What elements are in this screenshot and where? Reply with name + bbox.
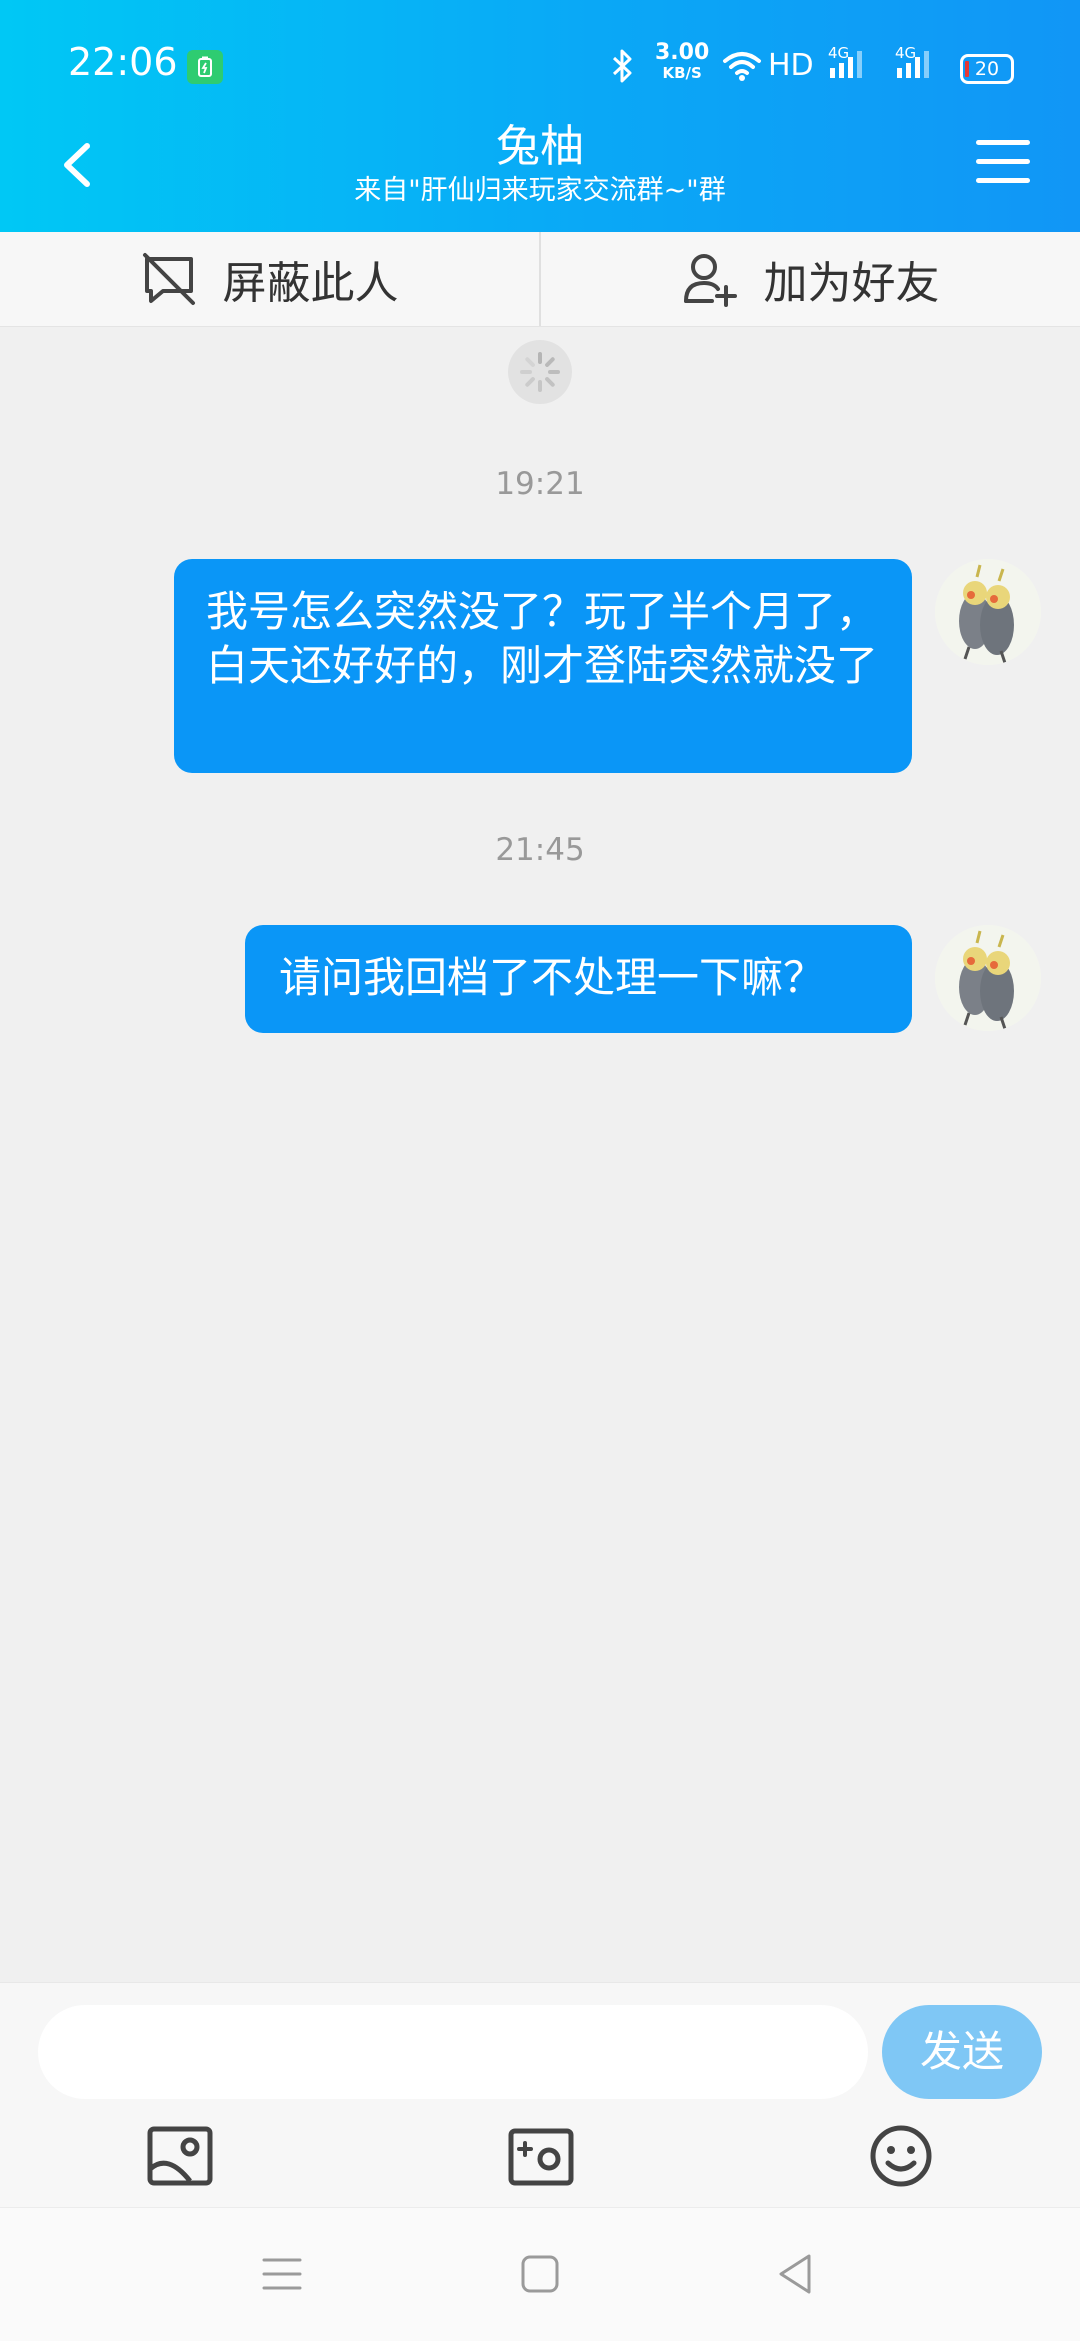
back-button[interactable] <box>55 130 105 200</box>
network-speed: 3.00 KB/S <box>655 42 709 81</box>
cellular-signal-1-icon: 4G <box>828 44 868 84</box>
message-bubble[interactable]: 我号怎么突然没了？玩了半个月了，白天还好好的，刚才登陆突然就没了 <box>174 559 912 773</box>
message-timestamp: 19:21 <box>495 466 585 502</box>
battery-level: 20 <box>974 58 1000 80</box>
emoji-icon <box>870 2125 932 2187</box>
camera-icon <box>508 2128 574 2186</box>
chevron-left-icon <box>64 143 90 187</box>
emoji-button[interactable] <box>867 2123 937 2189</box>
charging-notification-icon <box>187 50 223 84</box>
cockatiel-avatar-image <box>935 925 1041 1031</box>
menu-button[interactable] <box>976 140 1030 186</box>
status-bar: 22:06 3.00 KB/S HD 4G 4G 20 <box>0 0 1080 132</box>
network-speed-value: 3.00 <box>655 40 710 65</box>
message-input[interactable] <box>38 2005 868 2099</box>
app-header: 22:06 3.00 KB/S HD 4G 4G 20 兔柚 来自"肝仙归来玩家… <box>0 0 1080 232</box>
wifi-icon <box>723 52 761 81</box>
message-bubble[interactable]: 请问我回档了不处理一下嘛？ <box>245 925 912 1033</box>
loading-spinner <box>508 340 572 404</box>
spinner-icon <box>520 352 560 392</box>
input-area: 发送 <box>0 1982 1080 2208</box>
add-user-icon <box>683 254 737 307</box>
chat-subtitle: 来自"肝仙归来玩家交流群~"群 <box>354 175 726 206</box>
add-friend-label: 加为好友 <box>763 258 940 309</box>
cellular-signal-2-icon: 4G <box>895 44 935 84</box>
message-timestamp: 21:45 <box>495 832 585 868</box>
system-navigation-bar <box>0 2207 1080 2341</box>
signal-2-label: 4G <box>895 44 917 62</box>
image-icon <box>147 2126 213 2186</box>
back-nav-icon[interactable] <box>775 2252 815 2296</box>
block-user-button[interactable]: 屏蔽此人 <box>0 232 539 326</box>
send-button[interactable]: 发送 <box>882 2005 1042 2099</box>
action-bar: 屏蔽此人 加为好友 <box>0 232 1080 327</box>
image-button[interactable] <box>146 2123 216 2189</box>
add-friend-button[interactable]: 加为好友 <box>541 232 1080 326</box>
block-user-icon <box>142 253 195 305</box>
status-time: 22:06 <box>68 40 178 84</box>
battery-icon: 20 <box>960 54 1014 84</box>
status-icons: 3.00 KB/S HD 4G 4G 20 <box>610 36 1080 96</box>
avatar[interactable] <box>935 559 1041 665</box>
recent-apps-icon[interactable] <box>262 2252 302 2296</box>
hd-voice-indicator: HD <box>768 48 814 83</box>
cockatiel-avatar-image <box>935 559 1041 665</box>
network-speed-unit: KB/S <box>662 64 702 82</box>
home-icon[interactable] <box>520 2252 560 2296</box>
camera-button[interactable] <box>507 2123 577 2189</box>
chat-title-block: 兔柚 来自"肝仙归来玩家交流群~"群 <box>200 120 880 208</box>
chat-title: 兔柚 <box>496 121 584 172</box>
signal-1-label: 4G <box>828 44 850 62</box>
bluetooth-icon <box>612 49 632 83</box>
hamburger-menu-icon <box>976 140 1030 145</box>
avatar[interactable] <box>935 925 1041 1031</box>
block-user-label: 屏蔽此人 <box>222 258 399 309</box>
